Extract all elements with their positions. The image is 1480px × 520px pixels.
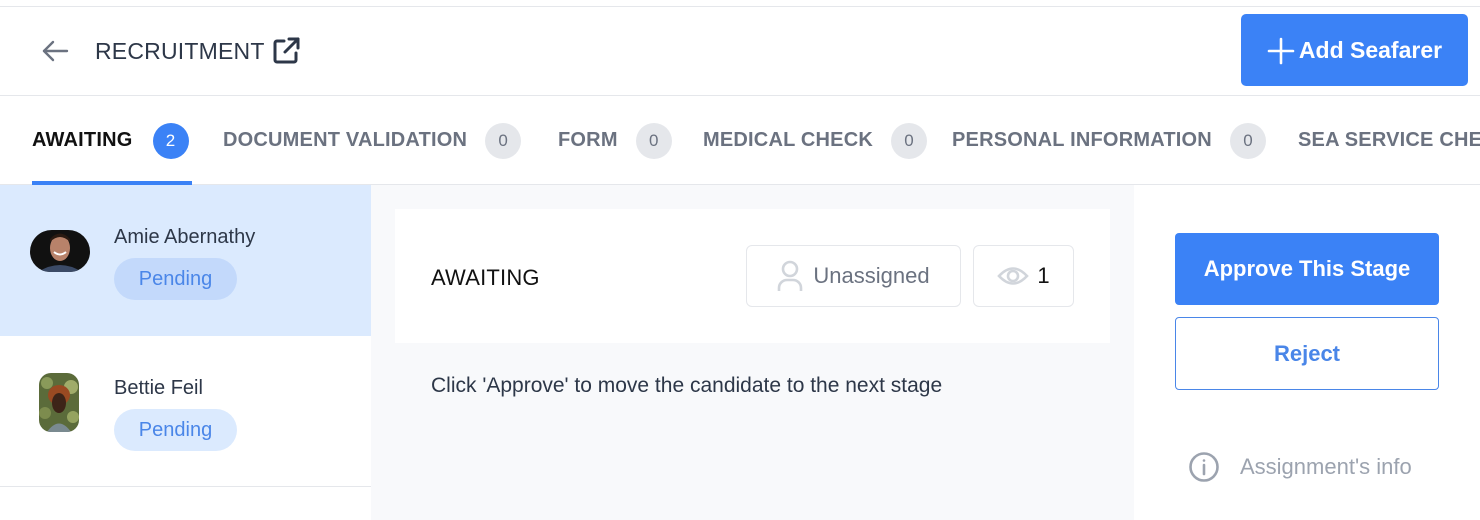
tab-count-badge: 0 [485,122,522,159]
add-seafarer-button[interactable]: Add Seafarer [1241,14,1468,86]
tab-count-badge: 0 [635,122,672,159]
tab-awaiting[interactable]: AWAITING 2 [32,96,189,184]
stage-instruction: Click 'Approve' to move the candidate to… [431,374,943,397]
arrow-left-icon [42,40,69,62]
tab-medical-check[interactable]: MEDICAL CHECK 0 [703,96,928,184]
tab-form[interactable]: FORM 0 [558,96,672,184]
avatar [39,373,79,432]
stage-title: AWAITING [431,265,540,290]
tab-label: DOCUMENT VALIDATION [223,129,468,151]
external-link-icon [273,37,300,64]
plus-icon [1267,37,1295,64]
user-icon [778,260,803,291]
tab-sea-service-check[interactable]: SEA SERVICE CHE [1298,96,1480,184]
candidate-list: Amie Abernathy Pending Bettie Feil Pendi… [0,185,371,520]
stage-detail: AWAITING Unassigned 1 Click 'Approve' to… [371,185,1134,520]
tab-count-badge: 2 [152,122,189,159]
candidate-name: Bettie Feil [114,377,203,399]
stage-actions: Approve This Stage Reject Assignment's i… [1134,185,1480,520]
candidate-item[interactable]: Bettie Feil Pending [0,336,371,487]
avatar [30,230,90,272]
status-badge: Pending [114,409,237,451]
approve-stage-button[interactable]: Approve This Stage [1175,233,1439,305]
viewers-button[interactable]: 1 [973,245,1074,307]
back-button[interactable] [38,37,72,65]
candidate-item[interactable]: Amie Abernathy Pending [0,185,371,336]
eye-icon [997,267,1030,285]
tab-document-validation[interactable]: DOCUMENT VALIDATION 0 [223,96,522,184]
tab-label: MEDICAL CHECK [703,129,874,151]
status-badge: Pending [114,258,237,300]
reject-button[interactable]: Reject [1175,317,1439,390]
add-seafarer-label: Add Seafarer [1298,36,1443,63]
page-header: RECRUITMENT Add Seafarer [0,7,1480,96]
tab-count-badge: 0 [891,122,928,159]
tab-label: SEA SERVICE CHE [1298,129,1480,151]
info-icon [1189,452,1219,482]
tab-label: FORM [558,129,618,151]
tab-count-badge: 0 [1229,122,1266,159]
assignment-info-link[interactable]: Assignment's info [1188,451,1412,483]
external-link-button[interactable] [270,35,302,67]
viewers-count: 1 [1037,263,1050,288]
assignment-info-label: Assignment's info [1240,454,1412,479]
stage-tabs: AWAITING 2 DOCUMENT VALIDATION 0 FORM 0 … [0,96,1480,185]
assignee-label: Unassigned [813,263,930,288]
assignee-button[interactable]: Unassigned [746,245,961,307]
page-title: RECRUITMENT [95,38,265,64]
tab-label: PERSONAL INFORMATION [952,129,1212,151]
stage-card: AWAITING Unassigned 1 [395,209,1110,343]
candidate-name: Amie Abernathy [114,226,256,248]
tab-label: AWAITING [32,129,133,151]
tab-personal-information[interactable]: PERSONAL INFORMATION 0 [952,96,1266,184]
